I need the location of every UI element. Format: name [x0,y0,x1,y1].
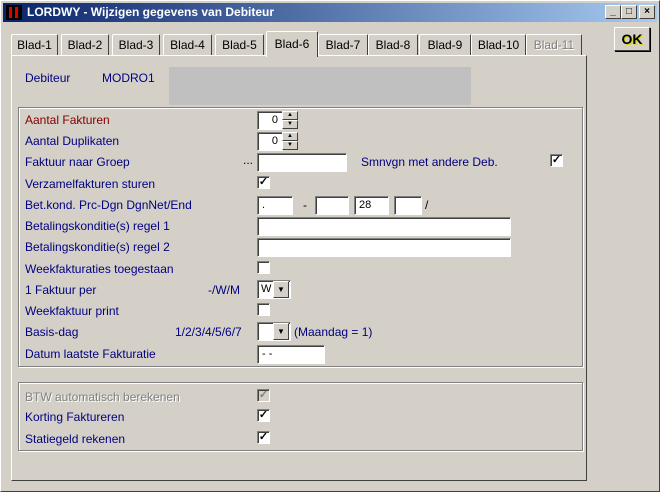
korting-checkbox[interactable]: ✓ [257,409,270,422]
regel2-label: Betalingskonditie(s) regel 2 [25,240,170,254]
datum-laatste-input[interactable]: - - [257,345,325,364]
basis-dag-hint: 1/2/3/4/5/6/7 [175,325,242,339]
basis-dag-note: (Maandag = 1) [294,325,373,339]
maximize-button[interactable]: □ [621,5,637,19]
tab-blad-1[interactable]: Blad-1 [11,34,58,56]
smnvgn-checkbox[interactable]: ✓ [550,154,563,167]
spin-up-icon[interactable]: ▲ [282,111,298,120]
betkond-dash: - [303,198,307,212]
verzamelfakturen-label: Verzamelfakturen sturen [25,177,156,191]
tab-blad-2[interactable]: Blad-2 [61,34,109,56]
tab-blad-11: Blad-11 [526,34,582,56]
tab-blad-6[interactable]: Blad-6 [266,31,318,57]
aantal-fakturen-spinner[interactable]: ▲ ▼ [282,111,298,130]
betkond-end-input[interactable] [394,196,422,215]
aantal-duplikaten-input[interactable]: 0 [257,132,283,151]
weekfaktuur-print-checkbox[interactable] [257,303,270,316]
window-title: LORDWY - Wijzigen gegevens van Debiteur [27,5,275,19]
betkond-label: Bet.kond. Prc-Dgn DgnNet/End [25,198,192,212]
tab-blad-3[interactable]: Blad-3 [112,34,160,56]
weekfaktuur-print-label: Weekfaktuur print [25,304,119,318]
debiteur-name-area [169,67,471,105]
regel1-input[interactable] [257,217,511,236]
faktuur-per-label: 1 Faktuur per [25,283,97,297]
tab-blad-8[interactable]: Blad-8 [368,34,418,56]
statiegeld-checkbox[interactable]: ✓ [257,431,270,444]
close-button[interactable]: × [639,5,655,19]
spin-down-icon[interactable]: ▼ [282,120,298,129]
main-window: LORDWY - Wijzigen gegevens van Debiteur … [0,0,660,492]
faktuur-per-hint: -/W/M [208,283,240,297]
debiteur-label: Debiteur [25,71,71,85]
weekfakturaties-checkbox[interactable] [257,261,270,274]
aantal-fakturen-label: Aantal Fakturen [25,113,110,127]
tab-blad-10[interactable]: Blad-10 [471,34,526,56]
betkond-net-input[interactable]: 28 [354,196,389,215]
chevron-down-icon[interactable]: ▼ [273,281,289,298]
title-bar[interactable]: LORDWY - Wijzigen gegevens van Debiteur … [3,3,657,22]
tab-blad-7[interactable]: Blad-7 [318,34,368,56]
spin-down-icon[interactable]: ▼ [282,141,298,150]
betkond-slash: / [425,198,429,212]
minimize-button[interactable]: _ [605,5,621,19]
korting-label: Korting Faktureren [25,410,125,424]
ok-button[interactable]: OK [614,27,650,51]
aantal-duplikaten-label: Aantal Duplikaten [25,134,120,148]
datum-laatste-label: Datum laatste Fakturatie [25,347,156,361]
regel1-label: Betalingskonditie(s) regel 1 [25,219,170,233]
tab-blad-5[interactable]: Blad-5 [215,34,264,56]
btw-checkbox: ✓ [257,389,270,402]
app-icon[interactable] [6,5,22,20]
statiegeld-label: Statiegeld rekenen [25,432,126,446]
regel2-input[interactable] [257,238,511,257]
aantal-fakturen-input[interactable]: 0 [257,111,283,130]
tab-blad-4[interactable]: Blad-4 [163,34,212,56]
spin-up-icon[interactable]: ▲ [282,132,298,141]
faktuur-naar-groep-label: Faktuur naar Groep [25,155,130,169]
betkond-dgn-input[interactable] [315,196,349,215]
groep-lookup-ellipsis[interactable]: ... [243,153,253,167]
chevron-down-icon[interactable]: ▼ [273,323,289,340]
weekfakturaties-label: Weekfakturaties toegestaan [25,262,174,276]
btw-label: BTW automatisch berekenen [25,390,180,404]
faktuur-naar-groep-input[interactable] [257,153,347,172]
aantal-duplikaten-spinner[interactable]: ▲ ▼ [282,132,298,151]
verzamelfakturen-checkbox[interactable]: ✓ [257,176,270,189]
basis-dag-label: Basis-dag [25,325,79,339]
tab-blad-9[interactable]: Blad-9 [419,34,471,56]
smnvgn-label: Smnvgn met andere Deb. [361,155,498,169]
betkond-prc-input[interactable]: . [257,196,293,215]
debiteur-code: MODRO1 [102,71,155,85]
